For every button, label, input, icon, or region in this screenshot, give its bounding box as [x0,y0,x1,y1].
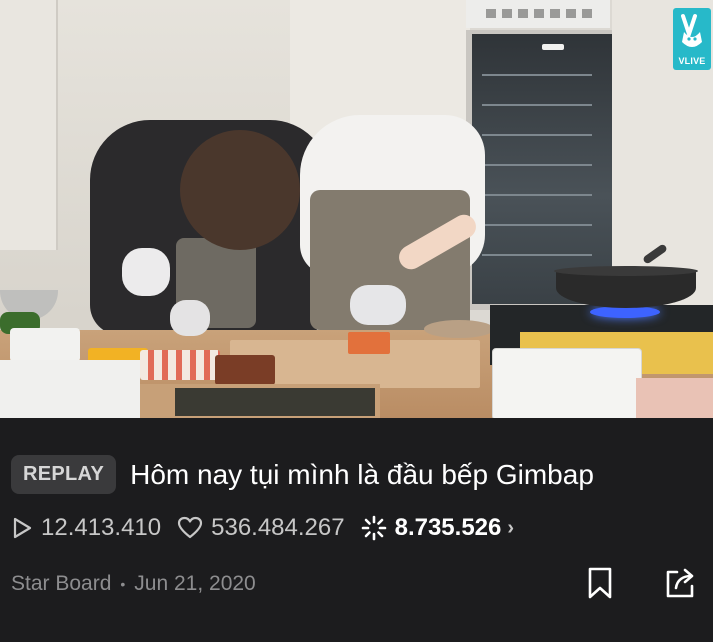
heart-count-value: 8.735.526 [394,514,502,541]
share-icon [666,568,694,598]
hair [180,130,300,250]
play-outline-icon [13,517,32,539]
replay-badge: REPLAY [11,455,117,494]
vlive-logo-text: VLIVE [678,56,706,66]
meat-strips [215,355,275,385]
chevron-right-icon[interactable]: › [507,517,514,540]
bookmark-button[interactable] [582,564,618,602]
ceiling-vent [466,0,610,28]
small-plate [424,320,494,338]
glove [350,285,406,325]
carrot-strips [348,332,390,354]
title-row: REPLAY Hôm nay tụi mình là đầu bếp Gimba… [11,455,594,494]
seaweed-sheets [175,388,375,416]
crab-sticks [140,350,220,380]
play-count-value: 12.413.410 [41,514,162,541]
like-count-value: 536.484.267 [211,514,345,541]
video-title[interactable]: Hôm nay tụi mình là đầu bếp Gimbap [130,459,594,491]
v-peace-hand-icon [681,14,702,47]
glove [170,300,210,336]
separator-dot: • [120,576,126,592]
bookmark-icon [588,567,612,599]
food-container-right [492,348,642,418]
meta-row: Star Board • Jun 21, 2020 [11,572,256,596]
kitchen-cabinet [0,0,58,250]
heart-outline-icon [178,516,203,539]
like-count: 536.484.267 [177,514,345,542]
frying-pan-rim [554,266,698,276]
app-frame: VLIVE REPLAY Hôm nay tụi mình là đầu bếp… [0,0,713,642]
plate [10,328,80,362]
action-buttons [582,564,698,602]
glove [122,248,170,296]
play-count: 12.413.410 [11,514,161,542]
heart-count[interactable]: 8.735.526 › [361,514,514,542]
vlive-logo[interactable]: VLIVE [673,8,711,70]
sparkle-burst-icon [361,515,386,541]
bacon-tray [636,378,713,418]
food-container-left [0,360,140,418]
stats-row: 12.413.410 536.484.267 8.735.526 › [11,512,514,544]
video-player[interactable]: VLIVE [0,0,713,418]
publish-date: Jun 21, 2020 [134,572,256,595]
channel-name[interactable]: Star Board [11,572,111,596]
share-button[interactable] [662,564,698,602]
